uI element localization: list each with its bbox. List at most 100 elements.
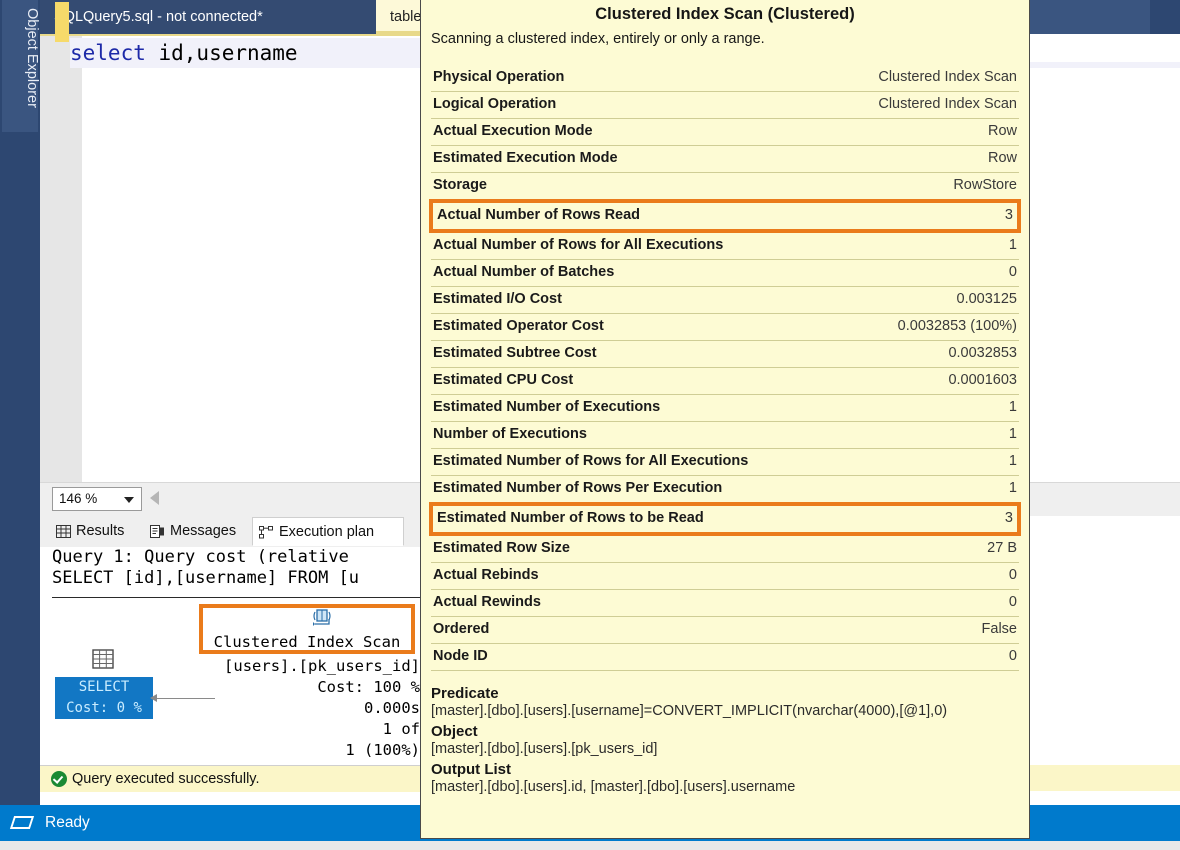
tooltip-property-value: 1 [837, 421, 1019, 449]
query-status-text: Query executed successfully. [72, 771, 260, 787]
tooltip-property-value: Row [837, 145, 1019, 173]
tooltip-section-title: Predicate [431, 685, 499, 702]
right-edge-status-strip [1030, 765, 1180, 791]
object-explorer-dock: Object Explorer [0, 0, 40, 850]
tooltip-property-key: Actual Number of Rows Read [428, 199, 838, 233]
editor-change-marker [55, 2, 69, 42]
tooltip-property-key: Actual Execution Mode [431, 118, 838, 146]
tooltip-property-row: Physical Operation Clustered Index Scan [431, 65, 1019, 92]
grid-icon [56, 525, 71, 538]
plan-node-scan-rows-2: 1 (100%) [345, 741, 420, 759]
tooltip-property-value: 0.003125 [837, 286, 1019, 314]
tooltip-property-row: Actual Rebinds 0 [431, 562, 1019, 590]
tooltip-property-value: 0.0032853 [837, 340, 1019, 368]
tooltip-property-key: Number of Executions [431, 421, 838, 449]
tooltip-property-key: Estimated Number of Rows to be Read [428, 502, 838, 536]
tooltip-property-row: Estimated Number of Rows to be Read 3 [428, 502, 1021, 536]
tooltip-property-key: Estimated Number of Rows Per Execution [431, 475, 838, 505]
tooltip-property-key: Actual Rebinds [431, 562, 838, 590]
tooltip-property-row: Actual Rewinds 0 [431, 589, 1019, 617]
tooltip-property-row: Number of Executions 1 [431, 421, 1019, 449]
tooltip-property-row: Actual Number of Rows for All Executions… [431, 231, 1019, 260]
tooltip-property-value: 3 [837, 502, 1021, 536]
tooltip-property-row: Estimated Row Size 27 B [431, 534, 1019, 563]
plan-header-line1: Query 1: Query cost (relative [52, 547, 349, 567]
right-edge-strip [1030, 34, 1180, 805]
tab-sqlquery5[interactable]: SQLQuery5.sql - not connected* [40, 0, 376, 34]
window-shape-icon [9, 816, 35, 829]
tooltip-sections: Predicate [master].[dbo].[users].[usernam… [431, 685, 1019, 795]
tooltip-property-row: Estimated Number of Executions 1 [431, 394, 1019, 422]
tooltip-property-row: Estimated CPU Cost 0.0001603 [431, 367, 1019, 395]
tooltip-description: Scanning a clustered index, entirely or … [431, 31, 765, 47]
tooltip-property-value: 1 [837, 394, 1019, 422]
tooltip-section-title: Output List [431, 761, 511, 778]
tooltip-section-title: Object [431, 723, 478, 740]
tab-messages-label: Messages [170, 523, 237, 539]
zoom-select[interactable]: 146 % [52, 487, 142, 511]
tooltip-property-value: 1 [837, 231, 1019, 260]
tooltip-section-body: [master].[dbo].[users].[pk_users_id] [431, 741, 658, 757]
tooltip-property-table: Physical Operation Clustered Index Scan Lo… [428, 65, 1021, 671]
tooltip-property-key: Actual Rewinds [431, 589, 838, 617]
tooltip-property-row: Actual Number of Batches 0 [431, 259, 1019, 287]
plan-node-icon [259, 526, 273, 539]
sql-line-rest: id,username [145, 41, 298, 65]
plan-header-line2: SELECT [id],[username] FROM [u [52, 568, 360, 588]
tooltip-property-row: Estimated Execution Mode Row [431, 145, 1019, 173]
tooltip-property-key: Estimated Row Size [431, 534, 838, 563]
object-explorer-label[interactable]: Object Explorer [0, 0, 40, 200]
tooltip-property-row: Estimated I/O Cost 0.003125 [431, 286, 1019, 314]
tooltip-title: Clustered Index Scan (Clustered) [595, 5, 855, 23]
tooltip-property-value: 0.0001603 [837, 367, 1019, 395]
tab-results-label: Results [76, 523, 125, 539]
tooltip-property-row: Estimated Operator Cost 0.0032853 (100%) [431, 313, 1019, 341]
scroll-left-icon[interactable] [150, 491, 159, 505]
tooltip-section-body: [master].[dbo].[users].id, [master].[dbo… [431, 779, 796, 795]
tab-messages[interactable]: Messages [144, 517, 252, 546]
tooltip-property-value: 0 [837, 589, 1019, 617]
message-icon [150, 525, 164, 538]
tab-results[interactable]: Results [50, 517, 144, 546]
tooltip-property-key: Estimated Operator Cost [431, 313, 838, 341]
tooltip-property-value: 0 [837, 562, 1019, 590]
tooltip-property-value: 0.0032853 (100%) [837, 313, 1019, 341]
plan-header: Query 1: Query cost (relative SELECT [id… [52, 547, 359, 589]
tooltip-property-key: Node ID [431, 643, 838, 671]
chevron-down-icon[interactable] [124, 497, 134, 503]
sql-keyword-select: select [70, 41, 146, 65]
bottom-filler [0, 841, 1180, 850]
editor-gutter [40, 36, 82, 484]
zoom-value: 146 % [59, 491, 98, 506]
tooltip-property-value: Row [837, 118, 1019, 146]
right-edge-editor-band [1030, 62, 1180, 68]
tooltip-property-value: Clustered Index Scan [837, 91, 1019, 119]
tooltip-property-value: RowStore [837, 172, 1019, 202]
execution-plan-tooltip: Clustered Index Scan (Clustered) Scannin… [420, 0, 1030, 839]
plan-node-scan-time: 0.000s [364, 699, 420, 717]
tooltip-property-key: Estimated Number of Executions [431, 394, 838, 422]
tab-execution-plan-label: Execution plan [279, 524, 375, 540]
plan-node-scan-title[interactable]: Clustered Index Scan [203, 633, 411, 651]
tooltip-property-value: 3 [837, 199, 1021, 233]
tooltip-property-value: 1 [837, 475, 1019, 505]
tooltip-property-key: Ordered [431, 616, 838, 644]
tooltip-property-row: Estimated Subtree Cost 0.0032853 [431, 340, 1019, 368]
plan-node-scan-cost: Cost: 100 % [317, 678, 420, 696]
tooltip-property-value: False [837, 616, 1019, 644]
tooltip-property-value: 27 B [837, 534, 1019, 563]
tooltip-property-row: Storage RowStore [431, 172, 1019, 202]
select-result-icon [92, 649, 114, 669]
right-edge-zoom-bar [1030, 482, 1180, 516]
app-status-text: Ready [45, 814, 90, 831]
tooltip-property-row: Actual Number of Rows Read 3 [428, 199, 1021, 233]
tooltip-property-value: 0 [837, 643, 1019, 671]
tooltip-property-key: Actual Number of Rows for All Executions [431, 231, 838, 260]
tooltip-property-value: Clustered Index Scan [837, 65, 1019, 92]
tooltip-property-row: Actual Execution Mode Row [431, 118, 1019, 146]
plan-node-scan-object: [users].[pk_users_id] [224, 657, 420, 675]
tooltip-property-key: Estimated Number of Rows for All Executi… [431, 448, 838, 476]
tab-execution-plan[interactable]: Execution plan [252, 517, 404, 546]
tooltip-property-key: Estimated CPU Cost [431, 367, 838, 395]
tooltip-property-key: Actual Number of Batches [431, 259, 838, 287]
